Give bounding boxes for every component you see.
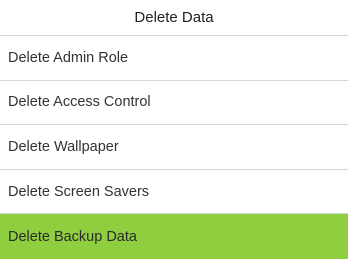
title-bar: Delete Data: [0, 0, 348, 36]
menu-item-label: Delete Access Control: [8, 94, 151, 111]
menu-item-delete-screen-savers[interactable]: Delete Screen Savers: [0, 169, 348, 215]
delete-data-menu: Delete Admin Role Delete Access Control …: [0, 36, 348, 259]
menu-item-delete-wallpaper[interactable]: Delete Wallpaper: [0, 125, 348, 170]
page-title: Delete Data: [134, 9, 214, 26]
menu-item-label: Delete Screen Savers: [8, 183, 150, 200]
delete-data-screen: Delete Data Delete Admin Role Delete Acc…: [0, 0, 348, 261]
menu-item-label: Delete Admin Role: [8, 49, 129, 66]
menu-item-delete-backup-data[interactable]: Delete Backup Data: [0, 214, 348, 259]
menu-item-delete-admin-role[interactable]: Delete Admin Role: [0, 36, 348, 81]
menu-item-delete-access-control[interactable]: Delete Access Control: [0, 80, 348, 126]
menu-item-label: Delete Wallpaper: [8, 138, 119, 155]
menu-item-label: Delete Backup Data: [8, 228, 137, 245]
